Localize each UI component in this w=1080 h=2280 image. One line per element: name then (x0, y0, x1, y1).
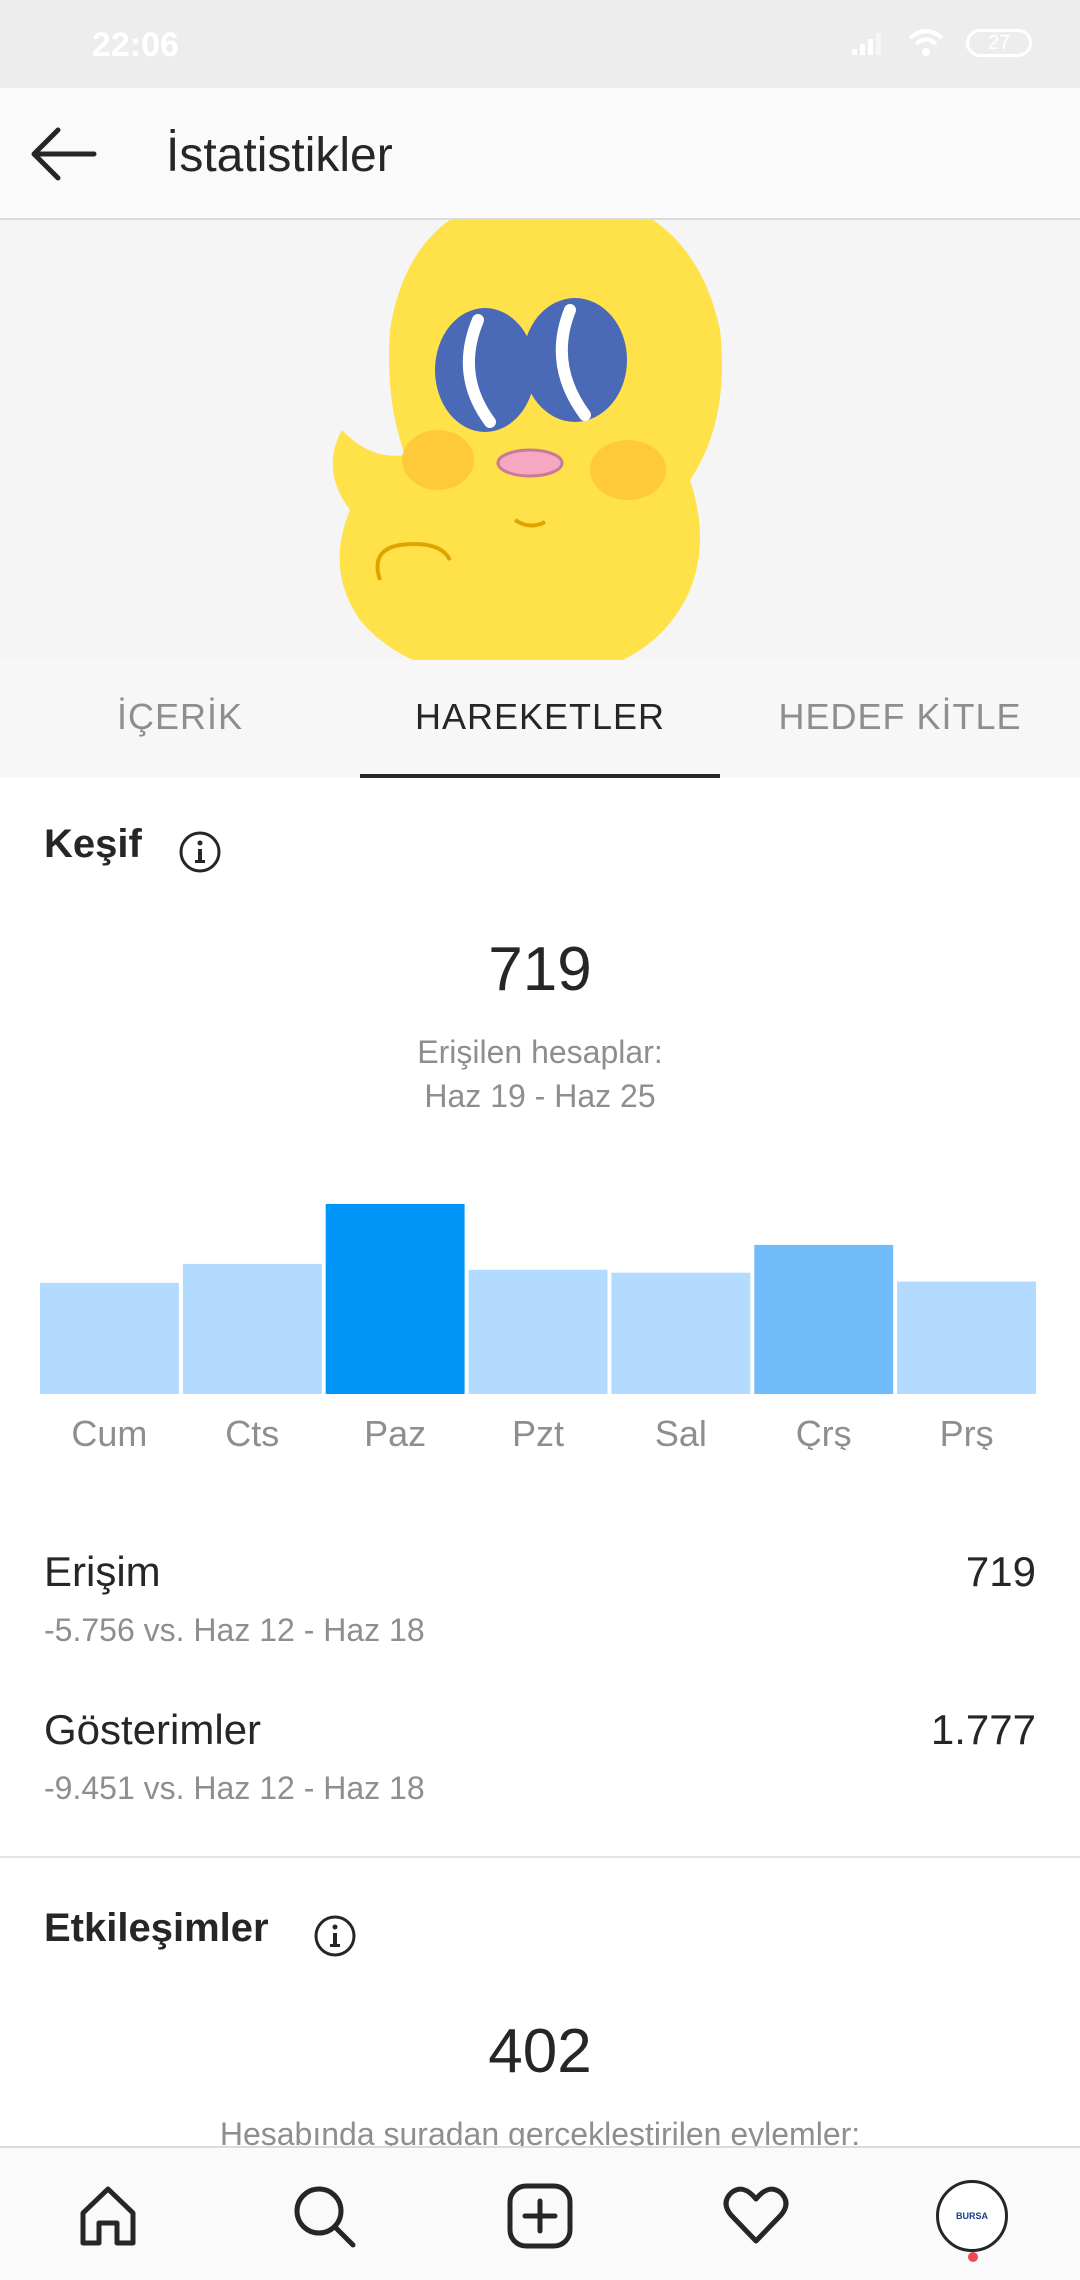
search-icon (294, 2186, 356, 2248)
bar-3[interactable] (468, 1269, 608, 1394)
section-divider (0, 1856, 1080, 1858)
signal-icon (852, 33, 881, 55)
bar-6[interactable] (897, 1281, 1036, 1395)
battery-indicator: 27 (966, 29, 1032, 57)
bar-5[interactable] (754, 1244, 894, 1394)
impressions-comparison: -9.451 vs. Haz 12 - Haz 18 (44, 1770, 425, 1806)
status-icons: 27 (850, 28, 1032, 58)
page-title: İstatistikler (166, 129, 393, 182)
bar-2[interactable] (325, 1204, 465, 1394)
bar-label-4: Sal (655, 1413, 707, 1450)
tab-content[interactable]: İÇERİK (0, 696, 360, 738)
tab-audience[interactable]: HEDEF KİTLE (720, 696, 1080, 738)
interactions-title: Etkileşimler (44, 1906, 269, 1950)
daily-reach-chart: Cum Cts Paz Pzt Sal Çrş Prş (40, 1204, 1036, 1450)
nav-activity-button[interactable] (716, 2176, 796, 2256)
notification-dot (968, 2252, 978, 2262)
bar-0[interactable] (40, 1282, 179, 1394)
wifi-icon (908, 29, 944, 56)
add-post-icon (507, 2183, 573, 2249)
status-bar: 22:06 27 (0, 0, 1080, 88)
reach-comparison: -5.756 vs. Haz 12 - Haz 18 (44, 1612, 425, 1648)
discovery-info-icon[interactable] (178, 830, 222, 874)
app-header: İstatistikler (0, 88, 1080, 220)
nav-new-post-button[interactable] (500, 2176, 580, 2256)
bar-1[interactable] (182, 1263, 322, 1394)
active-tab-indicator (360, 774, 720, 778)
heart-icon (723, 2186, 789, 2244)
avatar-logo-text: BURSA (955, 2211, 988, 2221)
accounts-reached-caption: Erişilen hesaplar: (417, 1034, 663, 1070)
duck-illustration (332, 220, 722, 680)
status-time: 22:06 (92, 26, 179, 64)
profile-avatar: BURSA (936, 2180, 1008, 2252)
post-preview-image (0, 220, 1080, 690)
impressions-value: 1.777 (930, 1706, 1036, 1753)
accounts-reached-total: 719 (488, 935, 592, 1004)
bar-label-3: Pzt (512, 1413, 564, 1450)
bar-label-2: Paz (364, 1413, 426, 1450)
reach-value: 719 (965, 1548, 1036, 1595)
reach-label: Erişim (44, 1548, 161, 1595)
back-arrow-icon (31, 127, 97, 181)
nav-search-button[interactable] (284, 2176, 364, 2256)
nav-profile-button[interactable]: BURSA (932, 2176, 1012, 2256)
interactions-total: 402 (488, 2017, 592, 2086)
tab-activity[interactable]: HAREKETLER (360, 696, 720, 738)
bar-label-6: Prş (940, 1413, 994, 1450)
bar-label-5: Çrş (796, 1413, 852, 1450)
back-button[interactable] (28, 122, 98, 186)
bar-label-1: Cts (225, 1413, 279, 1450)
bar-4[interactable] (611, 1272, 751, 1394)
date-range-caption: Haz 19 - Haz 25 (424, 1078, 656, 1114)
bar-label-0: Cum (71, 1413, 147, 1450)
interactions-info-icon[interactable] (313, 1914, 357, 1958)
bottom-navigation: BURSA (0, 2146, 1080, 2280)
nav-home-button[interactable] (68, 2176, 148, 2256)
home-icon (80, 2186, 136, 2246)
insights-tabs: İÇERİK HAREKETLER HEDEF KİTLE (0, 660, 1080, 778)
discovery-title: Keşif (44, 822, 142, 866)
impressions-label: Gösterimler (44, 1706, 262, 1753)
